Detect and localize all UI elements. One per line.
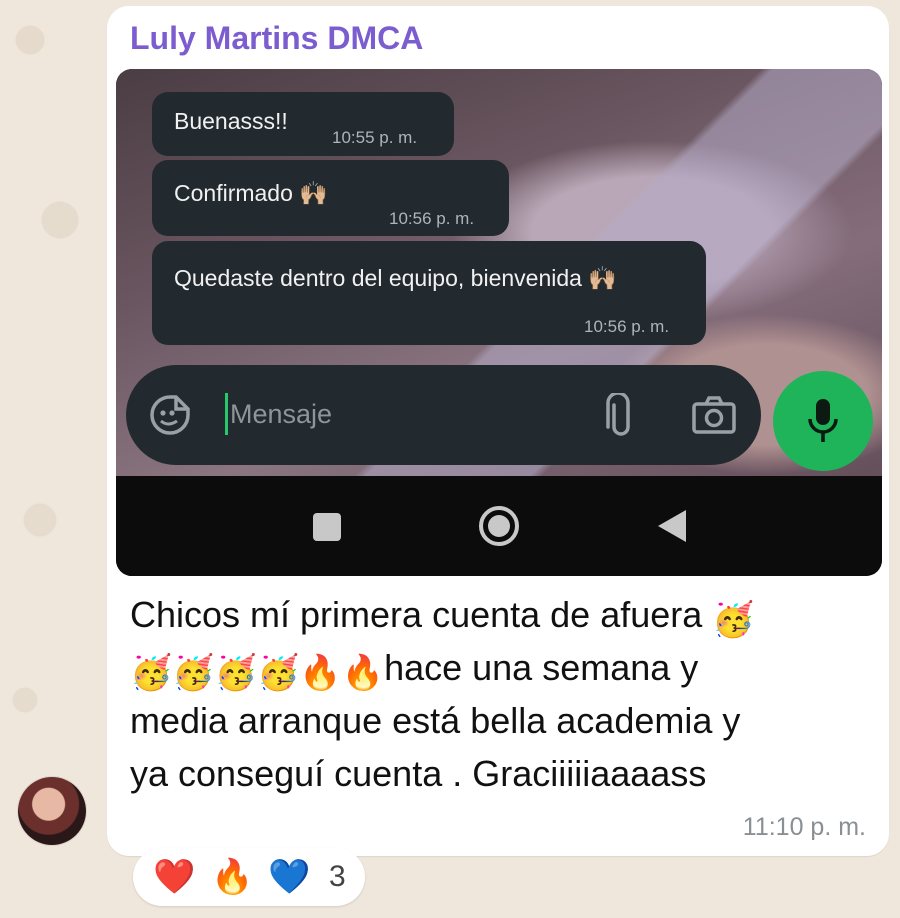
- sender-name[interactable]: Luly Martins DMCA: [130, 20, 423, 57]
- party-face-emoji: 🥳: [172, 654, 215, 692]
- fire-reaction-icon: 🔥: [211, 858, 254, 896]
- text-caret: [225, 393, 228, 435]
- screenshot-message-1: Buenasss!! 10:55 p. m.: [152, 92, 454, 156]
- reactions-pill[interactable]: ❤️ 🔥 💙 3: [133, 848, 365, 906]
- back-triangle-icon[interactable]: [656, 508, 688, 544]
- message-line-1: Chicos mí primera cuenta de afuera: [130, 594, 703, 635]
- square-icon[interactable]: [312, 512, 342, 542]
- party-face-emoji: 🥳: [257, 654, 300, 692]
- reaction-count: 3: [329, 860, 346, 893]
- fire-emoji: 🔥: [341, 654, 385, 692]
- circle-icon[interactable]: [477, 504, 521, 548]
- message-timestamp: 11:10 p. m.: [742, 813, 866, 841]
- party-face-emoji: 🥳: [130, 654, 173, 692]
- message-input-bar[interactable]: Mensaje: [126, 365, 761, 465]
- message-line-4: ya conseguí cuenta . Graciiiiiaaaass: [130, 753, 707, 794]
- paperclip-icon[interactable]: [604, 393, 638, 439]
- party-face-emoji: 🥳: [712, 601, 755, 639]
- sender-avatar[interactable]: [18, 777, 86, 845]
- screenshot-message-2: Confirmado 🙌🏼 10:56 p. m.: [152, 160, 509, 236]
- screenshot-message-text: Buenasss!!: [174, 108, 288, 134]
- fire-emoji: 🔥: [299, 654, 342, 692]
- screenshot-message-text: Quedaste dentro del equipo, bienvenida 🙌…: [174, 265, 617, 291]
- message-text: Chicos mí primera cuenta de afuera 🥳 🥳🥳🥳…: [130, 588, 870, 800]
- android-nav-bar: [116, 476, 882, 576]
- party-face-emoji: 🥳: [214, 654, 258, 692]
- heart-reaction-icon: ❤️: [153, 858, 196, 896]
- message-input-placeholder[interactable]: Mensaje: [230, 399, 332, 430]
- message-line-3: media arranque está bella academia y: [130, 700, 741, 741]
- screenshot-message-time: 10:55 p. m.: [332, 128, 418, 147]
- microphone-icon: [808, 399, 838, 442]
- screenshot-message-3: Quedaste dentro del equipo, bienvenida 🙌…: [152, 241, 706, 345]
- screenshot-message-time: 10:56 p. m.: [584, 317, 670, 336]
- microphone-button[interactable]: [773, 371, 873, 471]
- message-line-2: hace una semana y: [384, 647, 699, 688]
- screenshot-message-time: 10:56 p. m.: [389, 209, 475, 228]
- attached-screenshot[interactable]: Buenasss!! 10:55 p. m. Confirmado 🙌🏼 10:…: [116, 69, 882, 576]
- blue-heart-reaction-icon: 💙: [268, 858, 311, 896]
- sticker-icon[interactable]: [148, 393, 192, 437]
- screenshot-message-text: Confirmado 🙌🏼: [174, 180, 328, 206]
- camera-icon[interactable]: [691, 395, 737, 435]
